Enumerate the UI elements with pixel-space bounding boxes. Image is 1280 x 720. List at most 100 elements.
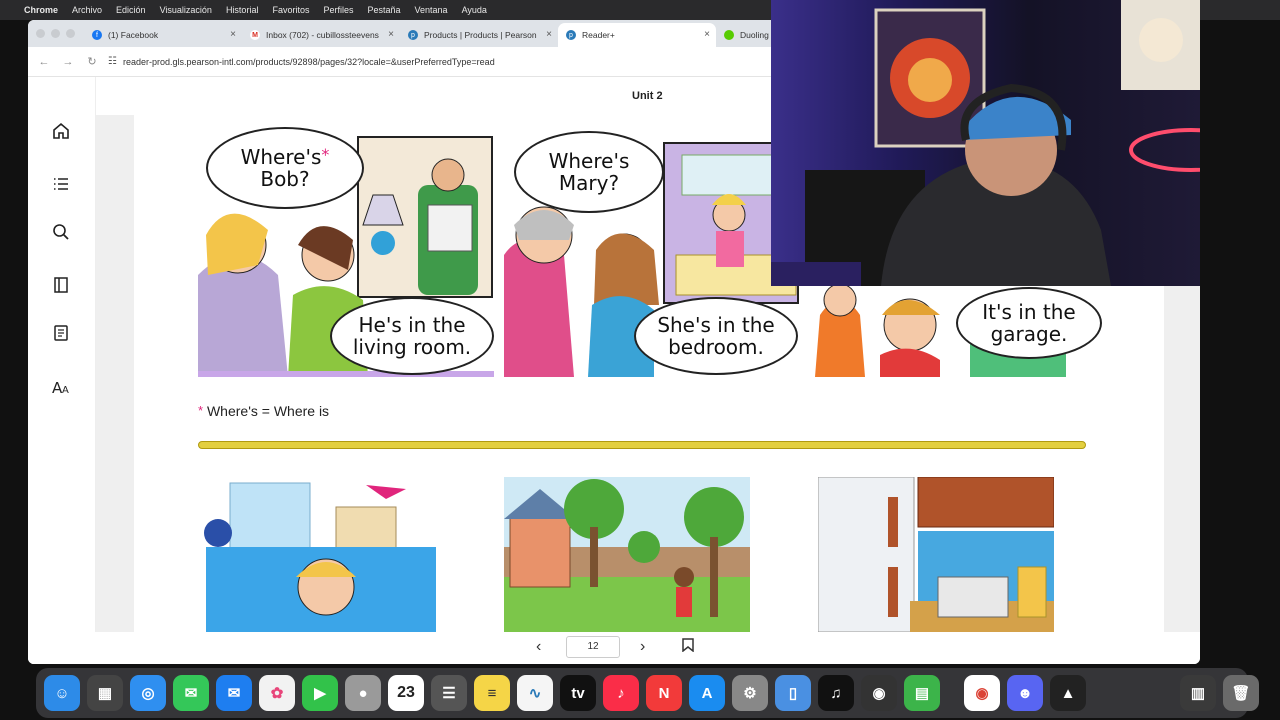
chrome-icon[interactable]: ◉	[964, 675, 1000, 711]
menu-visualizacion[interactable]: Visualización	[160, 5, 212, 15]
tab-products[interactable]: p Products | Products | Pearson ×	[400, 23, 558, 47]
bookmark-icon[interactable]	[682, 638, 694, 657]
menu-app-name[interactable]: Chrome	[24, 5, 58, 15]
bubble-text: Where's	[240, 145, 322, 169]
news-icon[interactable]: N	[646, 675, 682, 711]
obs-icon[interactable]: ◉	[861, 675, 897, 711]
facetime-icon[interactable]: ▶	[302, 675, 338, 711]
reader-sidebar: AA	[28, 77, 96, 664]
page-view-icon[interactable]	[50, 274, 72, 296]
webcam-video	[771, 0, 1200, 286]
page-number-input[interactable]: 12	[566, 636, 620, 658]
tiktok-icon[interactable]: ♫	[818, 675, 854, 711]
close-window-button[interactable]	[36, 29, 45, 38]
duolingo-icon	[724, 30, 734, 40]
footnote: * Where's = Where is	[198, 403, 329, 419]
menu-perfiles[interactable]: Perfiles	[323, 5, 353, 15]
close-icon[interactable]: ×	[388, 29, 394, 40]
downloads-stack-icon[interactable]: ▥	[1180, 675, 1216, 711]
bedroom-picture	[196, 477, 442, 632]
window-controls	[36, 29, 75, 38]
system-settings-icon[interactable]: ⚙	[732, 675, 768, 711]
pearson-icon: p	[566, 30, 576, 40]
footnote-star: *	[321, 145, 330, 164]
trash-icon[interactable]: 🗑	[1223, 675, 1259, 711]
menu-historial[interactable]: Historial	[226, 5, 259, 15]
menu-ventana[interactable]: Ventana	[415, 5, 448, 15]
close-icon[interactable]: ×	[230, 29, 236, 40]
tab-reader[interactable]: p Reader+ ×	[558, 23, 716, 47]
calendar-day: 23	[397, 684, 415, 701]
freeform-icon[interactable]: ∿	[517, 675, 553, 711]
menu-archivo[interactable]: Archivo	[72, 5, 102, 15]
menu-favoritos[interactable]: Favoritos	[272, 5, 309, 15]
contents-icon[interactable]	[50, 173, 72, 195]
url-field[interactable]: ☷ reader-prod.gls.pearson-intl.com/produ…	[108, 56, 495, 67]
music-icon[interactable]: ♪	[603, 675, 639, 711]
menu-ayuda[interactable]: Ayuda	[462, 5, 487, 15]
back-icon[interactable]: ←	[32, 56, 56, 68]
tab-title: Reader+	[582, 30, 615, 40]
photos-icon[interactable]: ✿	[259, 675, 295, 711]
previous-page-button[interactable]: ‹	[536, 638, 541, 656]
footnote-text: Where's = Where is	[206, 403, 330, 419]
speech-bubble-answer: He's in the living room.	[330, 297, 494, 375]
discord-icon[interactable]: ☻	[1007, 675, 1043, 711]
messages-icon[interactable]: ✉	[173, 675, 209, 711]
reminders-icon[interactable]: ☰	[431, 675, 467, 711]
reload-icon[interactable]: ↻	[80, 55, 104, 68]
bubble-text: It's in the garage.	[982, 300, 1076, 346]
zoom-window-button[interactable]	[66, 29, 75, 38]
text-size-icon[interactable]: AA	[50, 376, 72, 398]
site-settings-icon[interactable]: ☷	[108, 56, 117, 67]
tab-duolingo[interactable]: Duoling	[716, 23, 776, 47]
gmail-icon: M	[250, 30, 260, 40]
finder-icon[interactable]: ☺	[44, 675, 80, 711]
calendar-icon[interactable]: 23	[388, 675, 424, 711]
asphalt-icon[interactable]: ▲	[1050, 675, 1086, 711]
home-icon[interactable]	[50, 120, 72, 142]
contacts-icon[interactable]: ●	[345, 675, 381, 711]
pearson-icon: p	[408, 30, 418, 40]
tab-facebook[interactable]: f (1) Facebook ×	[84, 23, 242, 47]
launchpad-icon[interactable]: ▦	[87, 675, 123, 711]
apple-tv-icon[interactable]: tv	[560, 675, 596, 711]
tab-title: Products | Products | Pearson	[424, 30, 537, 40]
mail-icon[interactable]: ✉	[216, 675, 252, 711]
speech-bubble-answer: It's in the garage.	[956, 287, 1102, 359]
notebook-icon[interactable]	[50, 322, 72, 344]
tab-gmail[interactable]: M Inbox (702) - cubillossteevens ×	[242, 23, 400, 47]
notes-icon[interactable]: ≡	[474, 675, 510, 711]
facebook-icon: f	[92, 30, 102, 40]
speech-bubble-answer: She's in the bedroom.	[634, 297, 798, 375]
app-store-icon[interactable]: A	[689, 675, 725, 711]
tab-title: Duoling	[740, 30, 769, 40]
macos-dock: ☺ ▦ ◎ ✉ ✉ ✿ ▶ ● 23 ☰ ≡ ∿ tv ♪ N A ⚙ ▯ ♫ …	[36, 668, 1259, 718]
webcam-overlay	[771, 0, 1200, 286]
comic-panel-bedroom: Where's Mary? She's in the bedroom.	[504, 125, 800, 377]
tab-title: (1) Facebook	[108, 30, 159, 40]
pagination-bar: ‹ 12 ›	[28, 632, 1200, 664]
preview-icon[interactable]: ▯	[775, 675, 811, 711]
speech-bubble-question: Where's* Bob?	[206, 127, 364, 209]
divider-bar	[198, 441, 1086, 449]
next-page-button[interactable]: ›	[640, 638, 645, 656]
menu-pestana[interactable]: Pestaña	[367, 5, 400, 15]
forward-icon[interactable]: →	[56, 56, 80, 68]
tab-title: Inbox (702) - cubillossteevens	[266, 30, 379, 40]
numbers-icon[interactable]: ▤	[904, 675, 940, 711]
svg-text:A: A	[62, 385, 69, 396]
menu-edicion[interactable]: Edición	[116, 5, 146, 15]
footnote-star: *	[198, 403, 204, 418]
search-icon[interactable]	[50, 221, 72, 243]
comic-panel-living-room: Where's* Bob? He's in the living room.	[198, 125, 494, 377]
minimize-window-button[interactable]	[51, 29, 60, 38]
close-icon[interactable]: ×	[546, 29, 552, 40]
close-icon[interactable]: ×	[704, 29, 710, 40]
safari-icon[interactable]: ◎	[130, 675, 166, 711]
url-text: reader-prod.gls.pearson-intl.com/product…	[122, 56, 495, 67]
bubble-text: Where's	[548, 149, 630, 173]
garden-picture	[504, 477, 750, 632]
bubble-text: Bob?	[260, 167, 310, 191]
kitchen-picture	[818, 477, 1054, 632]
